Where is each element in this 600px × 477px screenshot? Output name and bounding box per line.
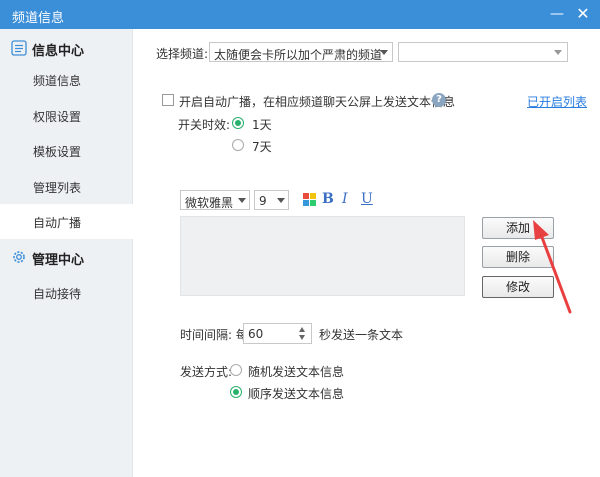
annotation-arrow-icon [533, 220, 572, 314]
